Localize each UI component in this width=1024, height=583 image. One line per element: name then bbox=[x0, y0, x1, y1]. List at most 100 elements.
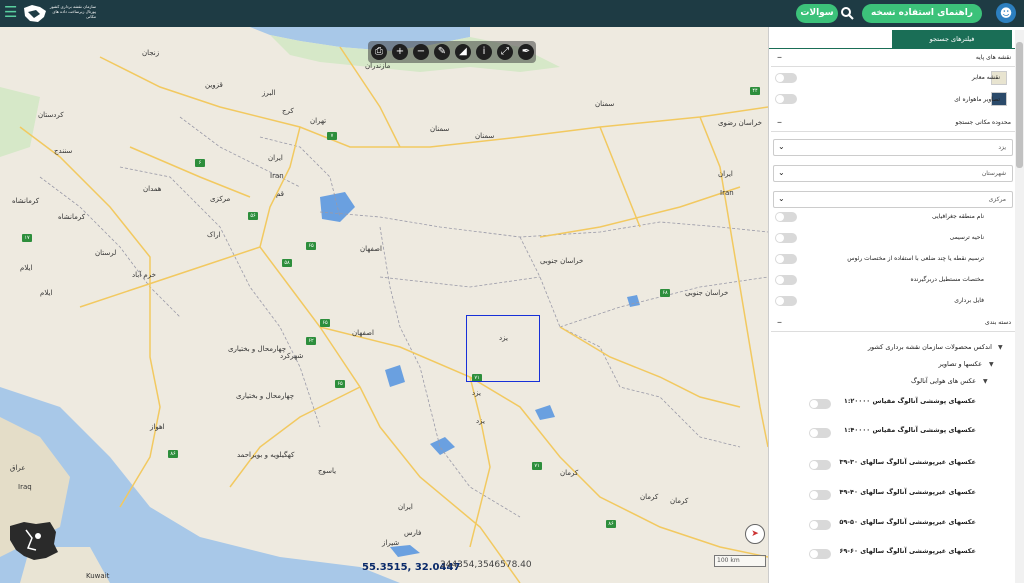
spatial-extent-header[interactable]: محدوده مکانی جستجو – bbox=[771, 116, 1015, 132]
base-maps-title: نقشه های پایه bbox=[975, 54, 1011, 61]
classification-header[interactable]: دسته بندی – bbox=[771, 316, 1015, 332]
drawn-area-label: ناحیه ترسیمی bbox=[949, 234, 984, 241]
road-badge: ۵۶ bbox=[248, 212, 258, 220]
vector-file-toggle[interactable] bbox=[775, 296, 797, 306]
pencil-icon[interactable]: ✎ bbox=[434, 44, 450, 60]
map-place-label: اصفهان bbox=[352, 329, 374, 337]
zoom-out-icon[interactable]: − bbox=[413, 44, 429, 60]
user-avatar-icon[interactable]: ☻ bbox=[996, 3, 1016, 23]
map-place-label: کرمان bbox=[670, 497, 689, 505]
logo-line-2: پورتال زیرساخت داده های مکانی bbox=[52, 9, 96, 19]
map-place-label: یزد bbox=[472, 389, 481, 397]
road-badge: ۵۸ bbox=[282, 259, 292, 267]
map-place-label: اهواز bbox=[150, 423, 165, 431]
caret-down-icon[interactable]: ▼ bbox=[989, 361, 994, 368]
map-place-label: کرج bbox=[282, 107, 294, 115]
map-place-label: Iran bbox=[270, 172, 284, 180]
road-badge: ۷ bbox=[327, 132, 337, 140]
chevron-down-icon: ⌄ bbox=[778, 194, 785, 203]
map-place-label: چهارمحال و بختیاری bbox=[228, 345, 287, 353]
map-place-label: Iran bbox=[720, 189, 734, 197]
vertex-coords-toggle[interactable] bbox=[775, 254, 797, 264]
map-place-label: البرز bbox=[262, 89, 276, 97]
satellite-toggle[interactable] bbox=[775, 94, 797, 104]
vertex-coords-label: ترسیم نقطه یا چند ضلعی با استفاده از مخت… bbox=[847, 255, 984, 262]
spatial-extent-title: محدوده مکانی جستجو bbox=[955, 119, 1011, 126]
map-place-label: ایران bbox=[268, 154, 283, 162]
map-place-label: اراک bbox=[207, 231, 221, 239]
map-place-label: یاسوج bbox=[318, 467, 337, 475]
info-icon[interactable]: i bbox=[476, 44, 492, 60]
map-place-label: ایران bbox=[718, 170, 733, 178]
top-bar: ☰ سازمان نقشه برداری کشور پورتال زیرساخت… bbox=[0, 0, 1024, 37]
province-select[interactable]: یزد ⌄ bbox=[773, 139, 1013, 156]
map-place-label: کرمانشاه bbox=[58, 213, 86, 221]
map-place-label: قم bbox=[276, 190, 285, 198]
tree-node-photos-images[interactable]: عکسها و تصاویر bbox=[939, 360, 982, 368]
fullscreen-icon[interactable]: ⤢ bbox=[497, 44, 513, 60]
tree-node-ncc-products[interactable]: اندکس محصولات سازمان نقشه برداری کشور bbox=[868, 343, 992, 351]
map-place-label: فارس bbox=[404, 529, 422, 537]
county-select[interactable]: شهرستان ⌄ bbox=[773, 165, 1013, 182]
road-badge: ۶۵ bbox=[306, 242, 316, 250]
caret-down-icon[interactable]: ▼ bbox=[983, 378, 988, 385]
tab-search-filters[interactable]: فیلترهای جستجو bbox=[892, 30, 1012, 49]
street-map-toggle[interactable] bbox=[775, 73, 797, 83]
layer-toggle[interactable] bbox=[809, 520, 831, 530]
road-badge: ۶۵ bbox=[335, 380, 345, 388]
sidebar-scroll-thumb[interactable] bbox=[1016, 42, 1023, 168]
collapse-icon[interactable]: – bbox=[777, 317, 782, 328]
collapse-icon[interactable]: – bbox=[777, 117, 782, 128]
layer-label: عکسهای غیرپوششی آنالوگ سالهای ۳۰-۳۹ bbox=[839, 458, 976, 466]
layer-toggle[interactable] bbox=[809, 460, 831, 470]
map-place-label: چهارمحال و بختیاری bbox=[236, 392, 295, 400]
search-icon[interactable] bbox=[840, 6, 854, 20]
map-place-label: شهرکرد bbox=[280, 352, 304, 360]
map-place-label: مرکزی bbox=[210, 195, 231, 203]
bbox-coords-toggle[interactable] bbox=[775, 275, 797, 285]
hamburger-menu-icon[interactable]: ☰ bbox=[4, 5, 18, 21]
tree-node-analog-aerial[interactable]: عکس های هوایی آنالوگ bbox=[911, 377, 976, 385]
county-value: شهرستان bbox=[981, 170, 1006, 177]
layer-toggle[interactable] bbox=[809, 490, 831, 500]
collapse-icon[interactable]: – bbox=[777, 52, 782, 63]
bbox-coords-label: مختصات مستطیل دربرگیرنده bbox=[910, 276, 984, 283]
ruler-icon[interactable]: ◢ bbox=[455, 44, 471, 60]
map-place-label: Kuwait bbox=[86, 572, 110, 580]
road-badge: ۶ bbox=[195, 159, 205, 167]
chevron-down-icon: ⌄ bbox=[778, 142, 785, 151]
compass-icon[interactable]: ➤ bbox=[745, 524, 765, 544]
layer-toggle[interactable] bbox=[809, 549, 831, 559]
map-place-label: سمنان bbox=[595, 100, 615, 108]
selection-rectangle[interactable] bbox=[466, 315, 540, 382]
satellite-label: تصاویر ماهواره ای bbox=[954, 96, 1000, 103]
questions-button[interactable]: سوالات bbox=[796, 4, 838, 23]
road-badge: ۶۵ bbox=[320, 319, 330, 327]
layer-toggle[interactable] bbox=[809, 399, 831, 409]
layer-toggle[interactable] bbox=[809, 428, 831, 438]
map-place-label: خراسان جنوبی bbox=[540, 257, 584, 265]
print-icon[interactable]: ⎙ bbox=[371, 44, 387, 60]
geo-name-toggle[interactable] bbox=[775, 212, 797, 222]
street-map-label: نقشه معابر bbox=[971, 74, 1000, 81]
base-maps-header[interactable]: نقشه های پایه – bbox=[771, 51, 1015, 67]
new-version-guide-button[interactable]: راهنمای استفاده نسخه جدید bbox=[862, 4, 982, 37]
zoom-in-icon[interactable]: + bbox=[392, 44, 408, 60]
map-place-label: یزد bbox=[476, 417, 485, 425]
road-badge: ۷۱ bbox=[532, 462, 542, 470]
layer-label: عکسهای پوششی آنالوگ مقیاس ۱:۲۰۰۰۰ bbox=[843, 397, 976, 405]
projected-coordinates: 344354,3546578.40 bbox=[440, 560, 532, 570]
drawn-area-toggle[interactable] bbox=[775, 233, 797, 243]
caret-down-icon[interactable]: ▼ bbox=[998, 344, 1003, 351]
iran-map-logo-icon bbox=[6, 520, 60, 564]
geo-name-label: نام منطقه جغرافیایی bbox=[932, 213, 984, 220]
brush-icon[interactable]: ✒ bbox=[518, 44, 534, 60]
map-place-label: سمنان bbox=[475, 132, 495, 140]
road-badge: ۸۶ bbox=[606, 520, 616, 528]
map-place-label: کردستان bbox=[38, 111, 64, 119]
map-view[interactable]: زنجان قزوین البرز کرج تهران مازندران سمنان سمنا… bbox=[0, 27, 768, 583]
layer-label: عکسهای پوششی آنالوگ مقیاس ۱:۴۰۰۰۰ bbox=[843, 426, 976, 434]
district-select[interactable]: مرکزی ⌄ bbox=[773, 191, 1013, 208]
chevron-down-icon: ⌄ bbox=[778, 168, 785, 177]
map-place-label: عراق bbox=[10, 464, 26, 472]
